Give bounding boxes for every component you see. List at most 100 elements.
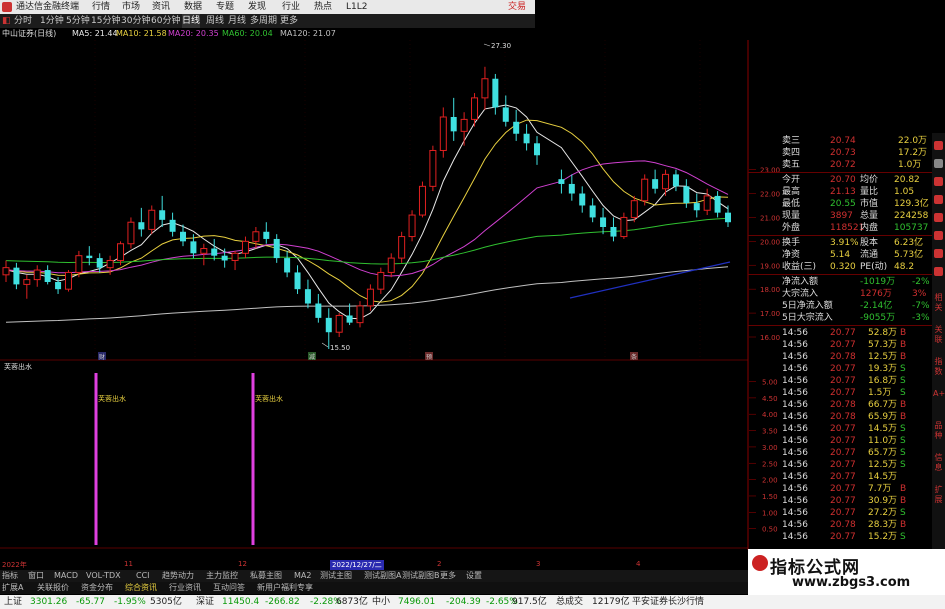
candle[interactable] [579,186,586,213]
candle[interactable] [398,231,406,263]
candle[interactable] [335,313,343,337]
tab-daily[interactable]: 日线 [182,14,201,28]
candle[interactable] [315,293,322,323]
candle[interactable] [33,265,41,287]
tab-5min[interactable]: 5分钟 [66,14,90,28]
candle[interactable] [620,212,628,239]
indicator-tab[interactable]: 主力监控 [206,570,238,582]
indicator-tab[interactable]: CCI [136,570,150,582]
candle[interactable] [481,66,489,110]
side-tab[interactable]: 关联 [933,325,944,345]
tab-30min[interactable]: 30分钟 [121,14,150,28]
event-marker-cai[interactable]: 财 [99,353,105,361]
side-tool-icon[interactable] [934,195,943,204]
candle[interactable] [492,73,499,115]
back-icon[interactable]: ◧ [2,14,11,28]
tab-monthly[interactable]: 月线 [228,14,246,28]
candle[interactable] [127,217,135,249]
side-tab[interactable]: 相关 [933,293,944,313]
candle[interactable] [471,93,479,127]
trend-line[interactable] [569,261,731,299]
tab-more[interactable]: 更多 [280,14,298,28]
candle[interactable] [44,265,51,285]
candle[interactable] [64,270,72,292]
candle[interactable] [377,267,385,294]
indicator-tab[interactable]: 私募主图 [250,570,282,582]
event-marker-yu[interactable]: 预 [426,353,432,361]
side-tool-icon[interactable] [934,267,943,276]
candle[interactable] [418,181,426,218]
candle[interactable] [346,303,353,326]
tab-15min[interactable]: 15分钟 [91,14,120,28]
candle[interactable] [148,205,156,235]
candle[interactable] [231,250,239,271]
side-tool-icon[interactable] [934,249,943,258]
kline-chart[interactable]: 27.30 15.50 23.0022.0021.0020.0019.0018.… [0,40,780,550]
candle[interactable] [241,236,249,259]
indicator-tab[interactable]: MACD [54,570,78,582]
menu-hangye[interactable]: 行业 [282,0,300,14]
ma60-line[interactable] [5,217,729,265]
candle[interactable] [534,136,540,165]
extension-tab[interactable]: 新用户福利专享 [257,582,313,594]
event-marker-jian[interactable]: 减 [309,353,315,361]
sz-index-name[interactable]: 深证 [196,595,214,609]
indicator-tab[interactable]: 测试副图B [402,570,440,582]
side-tab[interactable]: 信息 [933,453,944,473]
side-tab[interactable]: A+H [933,389,945,399]
menu-hangqing[interactable]: 行情 [92,0,110,14]
indicator-tab[interactable]: MA2 [294,570,311,582]
candle[interactable] [169,212,176,237]
tab-multi-period[interactable]: 多周期 [250,14,277,28]
indicator-tab[interactable]: 测试副图A [364,570,401,582]
sh-index-name[interactable]: 上证 [4,595,22,609]
event-marker-tiao[interactable]: 条 [631,353,637,361]
candle[interactable] [23,274,31,299]
candle[interactable] [589,198,596,223]
candle[interactable] [460,112,468,146]
candle[interactable] [138,207,145,237]
candle[interactable] [252,227,260,249]
candle[interactable] [408,210,416,242]
candle[interactable] [568,174,575,201]
candle[interactable] [325,308,332,349]
menu-zhuanti[interactable]: 专题 [216,0,234,14]
extension-tab[interactable]: 扩展A [2,582,23,594]
candle[interactable] [13,262,20,290]
candle[interactable] [693,193,700,218]
indicator-tab[interactable]: 设置 [466,570,482,582]
extension-tab[interactable]: 资金分布 [81,582,113,594]
menu-shichang[interactable]: 市场 [122,0,140,14]
indicator-tab[interactable]: 趋势动力 [162,570,194,582]
candle[interactable] [672,169,679,192]
extension-tab[interactable]: 关联报价 [37,582,69,594]
tab-60min[interactable]: 60分钟 [151,14,180,28]
side-tool-icon[interactable] [934,213,943,222]
tab-weekly[interactable]: 周线 [206,14,224,28]
tab-1min[interactable]: 1分钟 [40,14,64,28]
indicator-tab[interactable]: VOL-TDX [86,570,121,582]
candle[interactable] [502,95,509,127]
trade-button[interactable]: 交易 [508,0,526,14]
candle[interactable] [439,107,447,158]
candle[interactable] [652,169,659,194]
side-tab[interactable]: 扩展 [933,485,944,505]
candle[interactable] [610,217,617,242]
candle[interactable] [221,248,228,268]
candle[interactable] [429,145,437,192]
candle[interactable] [304,279,311,309]
extension-tab[interactable]: 互动问答 [213,582,245,594]
side-tool-icon[interactable] [934,159,943,168]
side-tab[interactable]: 指数 [933,357,944,377]
candle[interactable] [725,205,731,227]
candle[interactable] [211,238,218,261]
tab-fenshi[interactable]: 分时 [14,14,32,28]
side-tool-icon[interactable] [934,177,943,186]
indicator-tab[interactable]: 指标 [2,570,18,582]
side-tab[interactable]: 品种 [933,421,944,441]
candle[interactable] [600,207,607,235]
indicator-tab[interactable]: 窗口 [28,570,44,582]
candle[interactable] [714,191,721,218]
menu-faxian[interactable]: 发现 [248,0,266,14]
candle[interactable] [356,301,364,328]
